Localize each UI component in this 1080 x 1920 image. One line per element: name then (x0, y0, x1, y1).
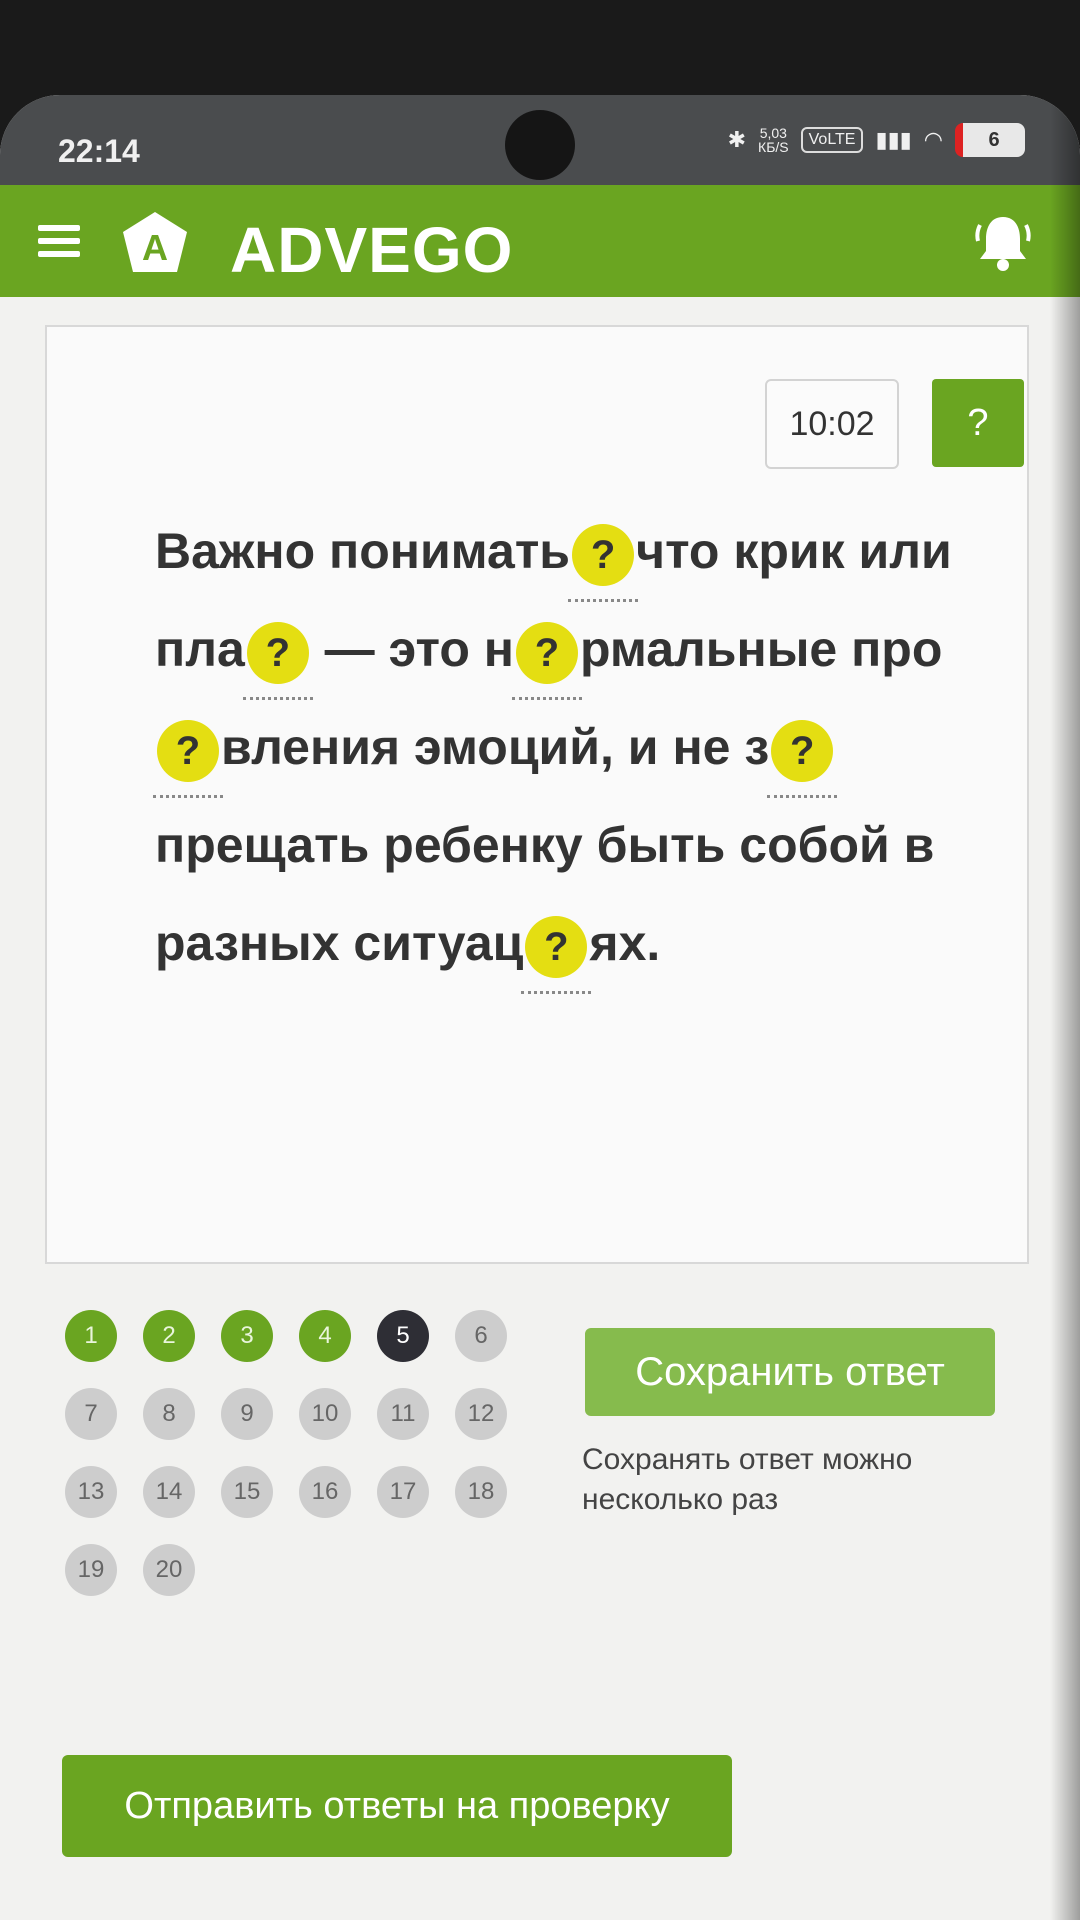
battery-icon: 6 (955, 123, 1025, 157)
question-number-8[interactable]: 8 (143, 1388, 195, 1440)
question-number-18[interactable]: 18 (455, 1466, 507, 1518)
gap-field-plach[interactable]: ? (242, 621, 313, 700)
gap-field-zapreshchat[interactable]: ? (767, 719, 838, 798)
question-number-2[interactable]: 2 (143, 1310, 195, 1362)
advego-logo-icon[interactable]: A (120, 210, 190, 276)
question-number-7[interactable]: 7 (65, 1388, 117, 1440)
volte-badge: VoLTE (800, 127, 864, 153)
question-number-5[interactable]: 5 (377, 1310, 429, 1362)
app-header: A ADVEGO (0, 185, 1080, 297)
question-number-20[interactable]: 20 (143, 1544, 195, 1596)
save-answer-button[interactable]: Сохранить ответ (585, 1328, 995, 1416)
help-button[interactable]: ? (932, 379, 1024, 467)
question-number-9[interactable]: 9 (221, 1388, 273, 1440)
question-number-16[interactable]: 16 (299, 1466, 351, 1518)
question-number-13[interactable]: 13 (65, 1466, 117, 1518)
text-fragment: вления эмоций, и не з (221, 719, 770, 775)
question-number-14[interactable]: 14 (143, 1466, 195, 1518)
question-number-15[interactable]: 15 (221, 1466, 273, 1518)
gap-field-normalnye[interactable]: ? (511, 621, 582, 700)
question-number-11[interactable]: 11 (377, 1388, 429, 1440)
phone-screen: 22:14 ✱ 5,03 КБ/S VoLTE ▮▮▮ ◠ 6 A ADVEGO (0, 95, 1080, 1920)
text-fragment: Важно понимать (155, 523, 571, 579)
question-number-6[interactable]: 6 (455, 1310, 507, 1362)
submit-answers-button[interactable]: Отправить ответы на проверку (62, 1755, 732, 1857)
timer: 10:02 (765, 379, 899, 469)
status-time: 22:14 (58, 133, 140, 169)
question-number-10[interactable]: 10 (299, 1388, 351, 1440)
signal-icon: ▮▮▮ (875, 127, 912, 152)
text-fragment: — это н (310, 621, 514, 677)
gap-field-situatsiyakh[interactable]: ? (521, 915, 592, 994)
question-number-3[interactable]: 3 (221, 1310, 273, 1362)
question-number-1[interactable]: 1 (65, 1310, 117, 1362)
question-number-12[interactable]: 12 (455, 1388, 507, 1440)
text-fragment: рмальные про (579, 621, 943, 677)
gap-field-proyavleniya[interactable]: ? (153, 719, 223, 798)
text-fragment: ях. (589, 915, 661, 971)
notification-bell-icon[interactable] (974, 211, 1032, 273)
network-speed-unit: КБ/S (758, 139, 789, 155)
question-number-4[interactable]: 4 (299, 1310, 351, 1362)
bluetooth-icon: ✱ (727, 127, 747, 152)
question-number-19[interactable]: 19 (65, 1544, 117, 1596)
front-camera (505, 110, 575, 180)
app-name[interactable]: ADVEGO (230, 213, 513, 287)
hamburger-menu-icon[interactable] (38, 225, 80, 257)
status-icons: ✱ 5,03 КБ/S VoLTE ▮▮▮ ◠ 6 (728, 123, 1025, 157)
gap-field-comma[interactable]: ? (568, 523, 639, 602)
question-card: 10:02 ? Важно понимать? что крик или пла?… (45, 325, 1029, 1264)
question-number-17[interactable]: 17 (377, 1466, 429, 1518)
screen-edge-shadow (1050, 95, 1080, 1920)
question-text: Важно понимать? что крик или пла? — это н… (153, 502, 985, 994)
logo-letter: A (142, 227, 168, 268)
wifi-icon: ◠ (923, 127, 943, 152)
save-note: Сохранять ответ можно несколько раз (582, 1443, 913, 1516)
network-speed: 5,03 КБ/S (758, 126, 789, 154)
status-bar: 22:14 ✱ 5,03 КБ/S VoLTE ▮▮▮ ◠ 6 (0, 95, 1080, 185)
